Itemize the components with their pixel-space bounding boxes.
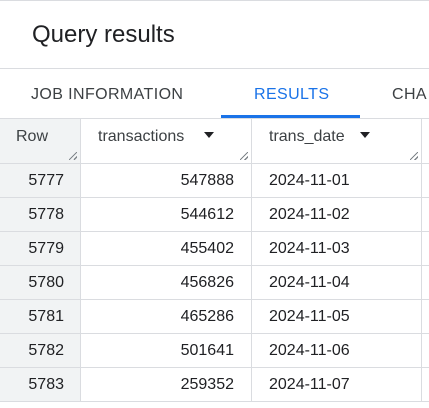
transactions-cell[interactable]: 501641 (80, 334, 251, 367)
results-tab-bar: JOB INFORMATION RESULTS CHA (0, 68, 429, 119)
overflow-cell (421, 266, 429, 299)
column-header-label: trans_date (269, 128, 345, 145)
table-row: 5779 455402 2024-11-03 (0, 232, 429, 266)
column-header-label: transactions (98, 128, 185, 145)
panel-title: Query results (32, 21, 175, 48)
row-number-cell: 5780 (0, 266, 80, 299)
row-number-cell: 5782 (0, 334, 80, 367)
column-resize-handle[interactable] (69, 152, 77, 160)
tab-job-information[interactable]: JOB INFORMATION (31, 69, 183, 118)
table-row: 5780 456826 2024-11-04 (0, 266, 429, 300)
column-header-transactions[interactable]: transactions (80, 119, 251, 164)
overflow-cell (421, 198, 429, 231)
transactions-cell[interactable]: 455402 (80, 232, 251, 265)
trans-date-cell[interactable]: 2024-11-03 (251, 232, 421, 265)
overflow-cell (421, 232, 429, 265)
table-row: 5781 465286 2024-11-05 (0, 300, 429, 334)
overflow-cell (421, 334, 429, 367)
sort-caret-icon[interactable] (204, 132, 214, 138)
column-header-overflow (421, 119, 429, 164)
table-row: 5782 501641 2024-11-06 (0, 334, 429, 368)
trans-date-cell[interactable]: 2024-11-04 (251, 266, 421, 299)
transactions-cell[interactable]: 465286 (80, 300, 251, 333)
transactions-cell[interactable]: 259352 (80, 368, 251, 401)
table-row: 5777 547888 2024-11-01 (0, 164, 429, 198)
column-header-row: Row (0, 119, 80, 164)
tab-results[interactable]: RESULTS (254, 69, 329, 118)
overflow-cell (421, 164, 429, 197)
transactions-cell[interactable]: 547888 (80, 164, 251, 197)
trans-date-cell[interactable]: 2024-11-05 (251, 300, 421, 333)
row-number-cell: 5779 (0, 232, 80, 265)
transactions-cell[interactable]: 544612 (80, 198, 251, 231)
active-tab-indicator (221, 115, 360, 118)
table-row: 5778 544612 2024-11-02 (0, 198, 429, 232)
sort-caret-icon[interactable] (360, 132, 370, 138)
overflow-cell (421, 368, 429, 401)
tab-chart[interactable]: CHA (392, 69, 427, 118)
trans-date-cell[interactable]: 2024-11-02 (251, 198, 421, 231)
column-resize-handle[interactable] (240, 152, 248, 160)
trans-date-cell[interactable]: 2024-11-07 (251, 368, 421, 401)
results-table: Row transactions trans_date 5777 547888 … (0, 119, 429, 408)
transactions-cell[interactable]: 456826 (80, 266, 251, 299)
trans-date-cell[interactable]: 2024-11-01 (251, 164, 421, 197)
row-number-cell: 5781 (0, 300, 80, 333)
row-number-cell: 5783 (0, 368, 80, 401)
table-row: 5783 259352 2024-11-07 (0, 368, 429, 402)
column-resize-handle[interactable] (410, 152, 418, 160)
column-header-label: Row (16, 128, 49, 145)
trans-date-cell[interactable]: 2024-11-06 (251, 334, 421, 367)
row-number-cell: 5777 (0, 164, 80, 197)
column-header-trans-date[interactable]: trans_date (251, 119, 421, 164)
top-divider (0, 0, 429, 1)
table-body: 5777 547888 2024-11-01 5778 544612 2024-… (0, 164, 429, 402)
overflow-cell (421, 300, 429, 333)
row-number-cell: 5778 (0, 198, 80, 231)
